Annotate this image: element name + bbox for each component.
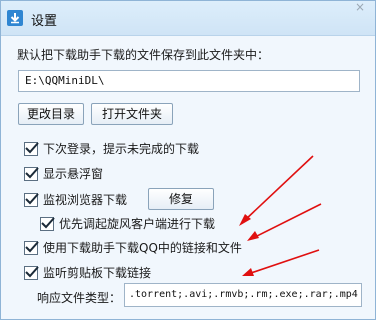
close-icon[interactable]: ×: [351, 1, 369, 15]
window-title: 设置: [31, 14, 58, 29]
settings-window: 设置 × 默认把下载助手下载的文件保存到此文件夹中： E:\QQMiniDL\ …: [0, 0, 376, 320]
title-bar[interactable]: 设置 ×: [1, 1, 375, 36]
download-arrow-icon: [7, 10, 23, 26]
annotation-arrows: [239, 155, 322, 276]
settings-content: 默认把下载助手下载的文件保存到此文件夹中： E:\QQMiniDL\ 更改目录 …: [1, 36, 375, 319]
